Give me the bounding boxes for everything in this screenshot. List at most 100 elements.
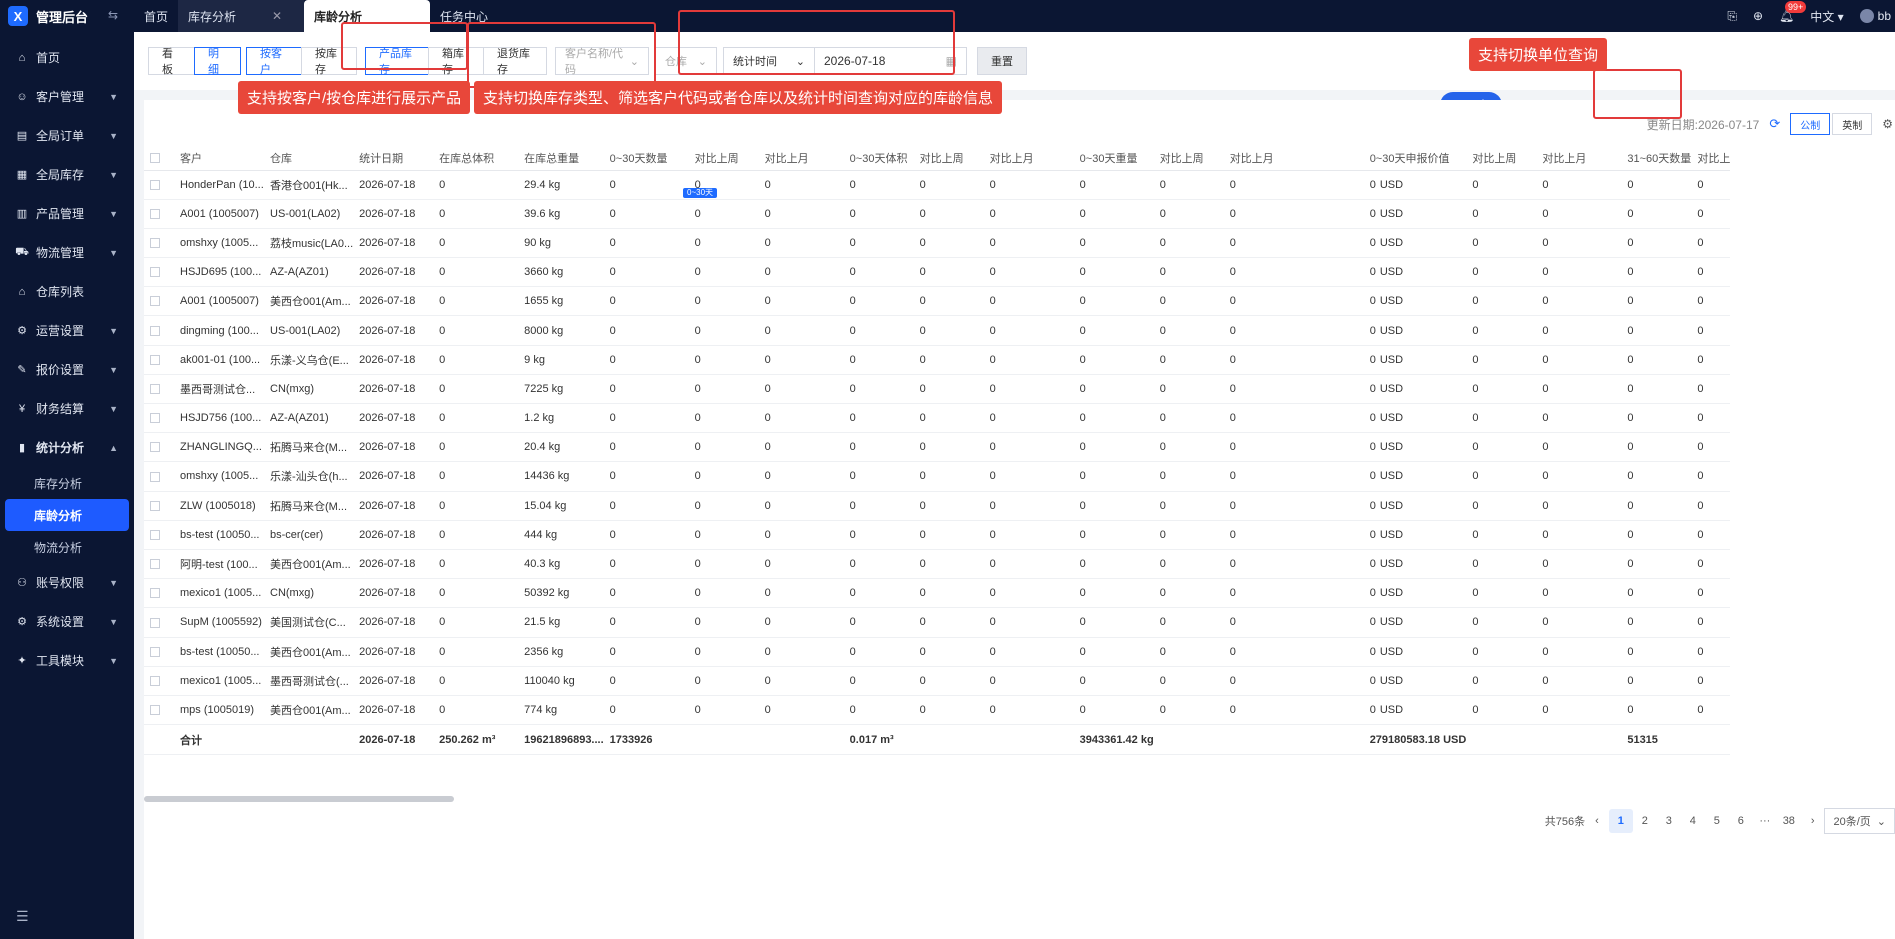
page-button[interactable]: 5 — [1705, 809, 1729, 833]
sidebar-item-9[interactable]: ✎ 报价设置 ▼ — [0, 350, 134, 389]
horizontal-scrollbar[interactable] — [144, 796, 454, 802]
sidebar-item-6[interactable]: ⛟ 物流管理 ▼ — [0, 233, 134, 272]
metric-unit-button[interactable]: 公制 — [1790, 113, 1831, 135]
download-icon[interactable]: ⊕ — [1753, 9, 1763, 23]
row-checkbox[interactable] — [144, 228, 174, 259]
table-cell: 0 — [1536, 491, 1622, 521]
menu-toggle-icon[interactable]: ☰ — [16, 908, 29, 925]
row-checkbox[interactable] — [144, 286, 174, 317]
board-view-button[interactable]: 看板 — [148, 47, 195, 76]
language-select[interactable]: 中文 ▾ — [1810, 8, 1843, 25]
row-checkbox[interactable] — [144, 374, 174, 405]
user-menu[interactable]: bb — [1859, 9, 1891, 23]
row-checkbox[interactable] — [144, 578, 174, 609]
sidebar-subitem-3[interactable]: 物流分析 — [0, 531, 134, 563]
table-cell: 0 — [913, 345, 984, 375]
column-header[interactable]: 在库总体积 — [433, 146, 519, 171]
imperial-unit-button[interactable]: 英制 — [1832, 113, 1873, 135]
row-checkbox[interactable] — [144, 170, 174, 200]
row-checkbox[interactable] — [144, 315, 174, 346]
table-row[interactable]: HSJD695 (100... AZ-A(AZ01) 2026-07-18 0 3660… — [144, 257, 1731, 288]
table-row[interactable]: ak001-01 (100... 乐漾-义乌仓(E... 2026-07-18 0 9 … — [144, 345, 1731, 375]
row-checkbox[interactable] — [144, 695, 174, 726]
detail-view-button[interactable]: 明细 — [194, 47, 241, 76]
refresh-icon[interactable]: ⟳ — [1769, 116, 1780, 132]
table-row[interactable]: omshxy (1005... 乐漾-汕头仓(h... 2026-07-18 0 144… — [144, 461, 1731, 492]
table-row[interactable]: 墨西哥测试仓... CN(mxg) 2026-07-18 0 7225 kg 0 0 0 0 0 0… — [144, 374, 1731, 405]
table-row[interactable]: HSJD756 (100... AZ-A(AZ01) 2026-07-18 0 1.2 … — [144, 403, 1731, 434]
table-row[interactable]: bs-test (10050... bs-cer(cer) 2026-07-18 0 4… — [144, 520, 1731, 550]
table-cell: 0 USD — [1363, 666, 1467, 696]
table-row[interactable]: mps (1005019) 美西仓001(Am... 2026-07-18 0 774 … — [144, 695, 1731, 726]
reset-button[interactable]: 重置 — [977, 47, 1027, 75]
table-row[interactable]: omshxy (1005... 荔枝music(LA0... 2026-07-18 0… — [144, 228, 1731, 259]
row-checkbox[interactable] — [144, 403, 174, 434]
sidebar-item-2[interactable]: ☺ 客户管理 ▼ — [0, 77, 134, 116]
table-cell: 0 — [433, 228, 519, 259]
row-checkbox[interactable] — [144, 432, 174, 463]
table-row[interactable]: HonderPan (10... 香港仓001(Hk... 2026-07-18 0 2… — [144, 170, 1731, 200]
sidebar-item-10[interactable]: ¥ 财务结算 ▼ — [0, 389, 134, 428]
table-row[interactable]: A001 (1005007) 美西仓001(Am... 2026-07-18 0 165… — [144, 286, 1731, 317]
tab-home[interactable]: 首页 — [134, 0, 178, 32]
table-row[interactable]: ZHANGLINGQ... 拓腾马来仓(M... 2026-07-18 0 20.4 k… — [144, 432, 1731, 463]
row-checkbox[interactable] — [144, 491, 174, 521]
row-checkbox[interactable] — [144, 461, 174, 492]
sidebar-item-13[interactable]: ⚙ 系统设置 ▼ — [0, 602, 134, 641]
table-row[interactable]: 阿明-test (100... 美西仓001(Am... 2026-07-18 0 40… — [144, 549, 1731, 580]
sidebar-subitem-1[interactable]: 库存分析 — [0, 467, 134, 499]
collapse-sidebar-icon[interactable]: ⇆ — [108, 8, 118, 22]
sidebar-subitem-2[interactable]: 库龄分析 — [5, 499, 129, 531]
column-settings-icon[interactable]: ⚙ — [1882, 117, 1893, 131]
table-row[interactable]: ZLW (1005018) 拓腾马来仓(M... 2026-07-18 0 15.04 … — [144, 491, 1731, 521]
row-checkbox[interactable] — [144, 345, 174, 375]
page-button[interactable]: 3 — [1657, 809, 1681, 833]
close-icon[interactable]: ✕ — [272, 9, 282, 23]
table-cell: 0 — [983, 432, 1074, 463]
sidebar-item-12[interactable]: ⚇ 账号权限 ▼ — [0, 563, 134, 602]
sidebar-item-7[interactable]: ⌂ 仓库列表 — [0, 272, 134, 311]
page-button[interactable]: 38 — [1777, 809, 1801, 833]
by-customer-button[interactable]: 按客户 — [246, 47, 302, 76]
row-checkbox[interactable] — [144, 199, 174, 229]
table-cell: 0 — [758, 432, 844, 463]
table-row[interactable]: bs-test (10050... 美西仓001(Am... 2026-07-18 0… — [144, 637, 1731, 667]
row-checkbox[interactable] — [144, 637, 174, 667]
page-button[interactable]: 1 — [1608, 809, 1633, 833]
table-cell: 乐漾-汕头仓(h... — [264, 461, 354, 492]
row-checkbox[interactable] — [144, 549, 174, 580]
page-size-select[interactable]: 20条/页 ⌄ — [1824, 808, 1895, 834]
select-all-checkbox[interactable] — [144, 146, 174, 171]
row-checkbox[interactable] — [144, 257, 174, 288]
sidebar-item-3[interactable]: ▤ 全局订单 ▼ — [0, 116, 134, 155]
row-checkbox[interactable] — [144, 607, 174, 638]
table-cell: 2026-07-18 — [353, 491, 434, 521]
table-row[interactable]: mexico1 (1005... CN(mxg) 2026-07-18 0 50392 … — [144, 578, 1731, 609]
page-button[interactable]: ··· — [1753, 809, 1777, 833]
task-icon[interactable]: ⎘ — [1727, 9, 1737, 24]
table-row[interactable]: mexico1 (1005... 墨西哥测试仓(... 2026-07-18 0 110… — [144, 666, 1731, 696]
table-cell: 0 — [603, 666, 689, 696]
page-button[interactable]: 4 — [1681, 809, 1705, 833]
row-checkbox[interactable] — [144, 520, 174, 550]
sidebar-item-5[interactable]: ▥ 产品管理 ▼ — [0, 194, 134, 233]
table-row[interactable]: A001 (1005007) US-001(LA02) 2026-07-18 0 39.… — [144, 199, 1731, 229]
page-button[interactable]: 2 — [1633, 809, 1657, 833]
table-row[interactable]: SupM (1005592) 美国测试仓(C... 2026-07-18 0 21.5 … — [144, 607, 1731, 638]
bell-icon[interactable]: 🔔︎ 99+ — [1779, 1, 1807, 23]
sidebar-item-8[interactable]: ⚙ 运营设置 ▼ — [0, 311, 134, 350]
sidebar-item-1[interactable]: ⌂ 首页 — [0, 38, 134, 77]
table-row[interactable]: dingming (100... US-001(LA02) 2026-07-18 0 8… — [144, 315, 1731, 346]
page-button[interactable]: 6 — [1729, 809, 1753, 833]
sidebar-item-4[interactable]: ▦ 全局库存 ▼ — [0, 155, 134, 194]
sidebar-item-14[interactable]: ✦ 工具模块 ▼ — [0, 641, 134, 680]
prev-page-icon[interactable]: ‹ — [1595, 815, 1599, 827]
next-page-icon[interactable]: › — [1811, 815, 1815, 827]
table-cell: 0 — [1466, 170, 1537, 200]
tab-inventory-analysis[interactable]: 库存分析 ✕ — [178, 0, 304, 32]
table-cell: 0 — [1536, 199, 1622, 229]
table-cell: 0 — [843, 695, 914, 726]
column-header[interactable]: 在库总重量 — [518, 146, 604, 171]
row-checkbox[interactable] — [144, 666, 174, 696]
sidebar-item-11[interactable]: ▮ 统计分析 ▲ — [0, 428, 134, 467]
